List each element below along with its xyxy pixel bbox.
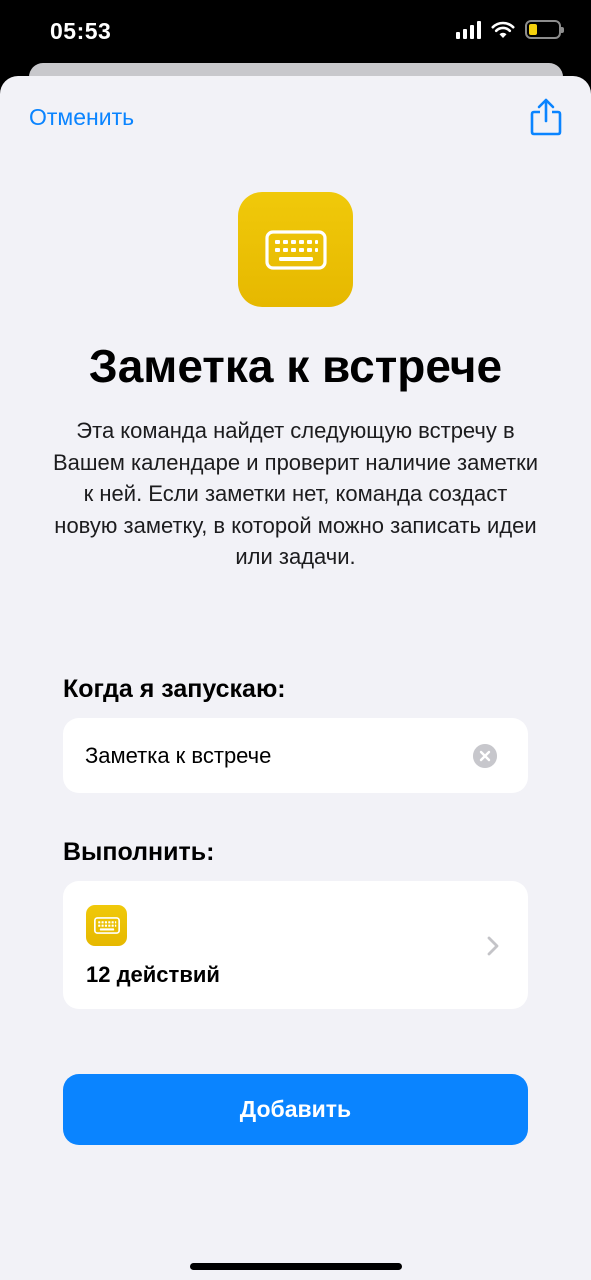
shortcut-title: Заметка к встрече [88, 340, 503, 392]
wifi-icon [491, 21, 515, 38]
trigger-phrase-value[interactable]: Заметка к встрече [85, 743, 271, 769]
trigger-section-label: Когда я запускаю: [63, 675, 286, 703]
screen: 05:53 Отменить Заметка к встрече Эта ком… [0, 0, 591, 1280]
actions-section-label: Выполнить: [63, 838, 215, 866]
clear-icon[interactable] [473, 744, 497, 768]
add-shortcut-button[interactable]: Добавить [63, 1074, 528, 1145]
shortcut-description: Эта команда найдет следующую встречу в В… [53, 418, 538, 569]
battery-icon [525, 20, 564, 39]
actions-card[interactable]: 12 действий [63, 881, 528, 1009]
status-time: 05:53 [50, 18, 112, 44]
shortcut-sheet: Отменить Заметка к встрече Эта команда н… [0, 76, 591, 1280]
home-indicator [190, 1263, 402, 1270]
shortcut-app-icon [238, 192, 353, 307]
trigger-phrase-field[interactable]: Заметка к встрече [63, 718, 528, 793]
share-icon[interactable] [529, 98, 563, 136]
keyboard-icon [264, 229, 327, 270]
actions-count-label: 12 действий [86, 962, 220, 987]
chevron-right-icon [487, 936, 499, 956]
keyboard-icon [93, 917, 120, 934]
actions-app-icon [86, 905, 127, 946]
status-bar: 05:53 [0, 0, 591, 64]
cancel-button[interactable]: Отменить [29, 104, 134, 131]
status-icons [456, 20, 564, 39]
cellular-signal-icon [456, 20, 481, 39]
